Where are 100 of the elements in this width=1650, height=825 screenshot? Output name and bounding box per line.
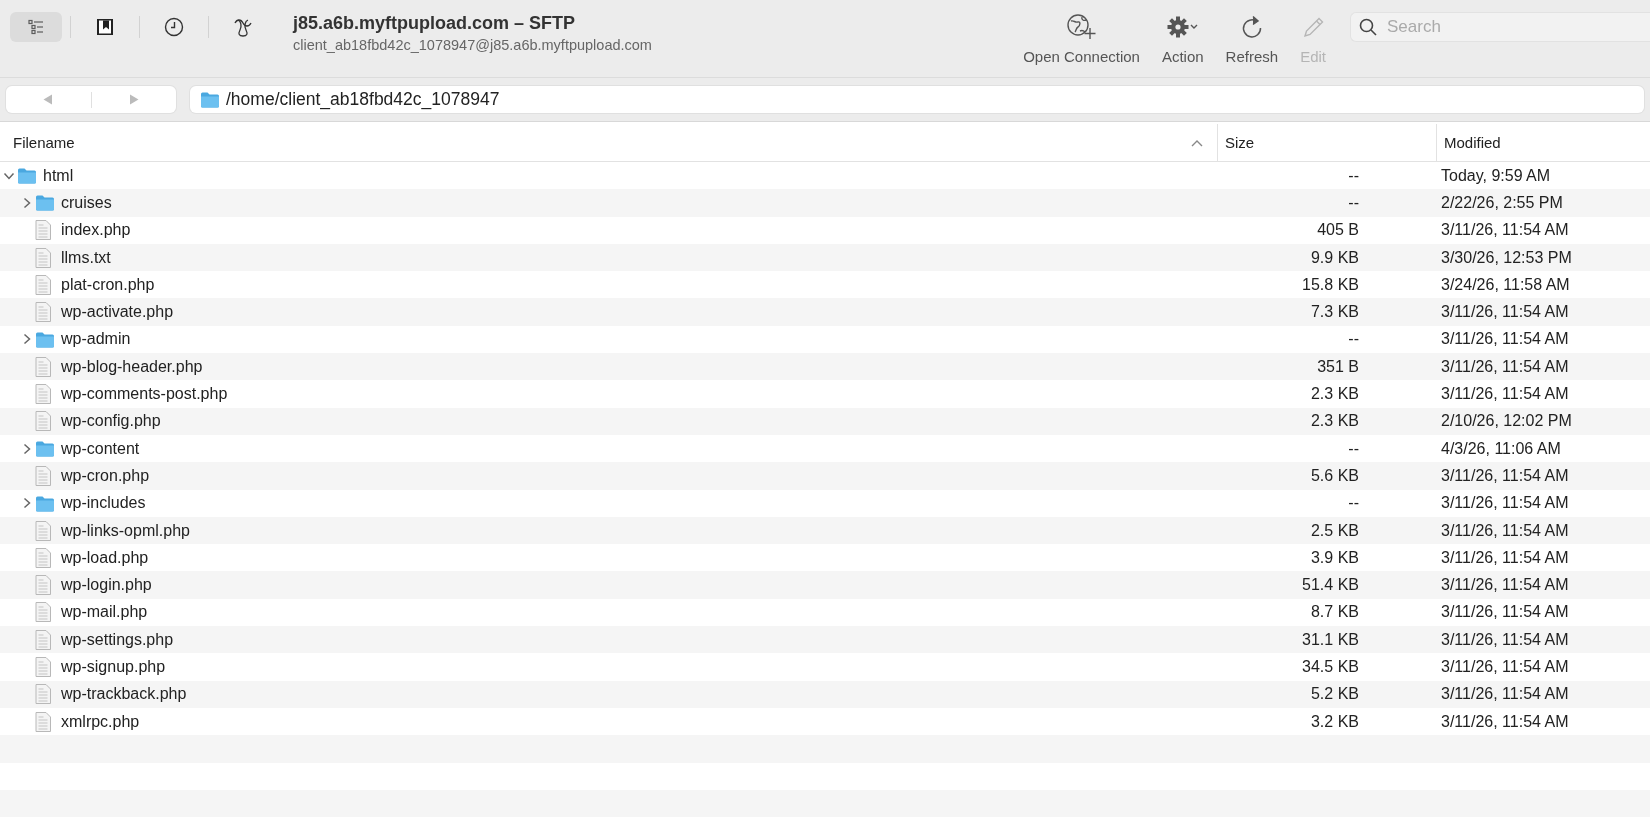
file-icon — [35, 356, 51, 377]
file-size: 2.3 KB — [1310, 412, 1359, 430]
column-header[interactable]: Modified — [1436, 124, 1650, 161]
file-row[interactable]: xmlrpc.php 3.2 KB 3/11/26, 11:54 AM — [0, 707, 1650, 736]
file-icon — [35, 684, 51, 705]
file-icon — [35, 602, 51, 623]
file-size: -- — [1348, 193, 1359, 211]
bookmark-icon — [96, 18, 114, 36]
modified-date: 3/11/26, 11:54 AM — [1441, 521, 1569, 539]
folder-icon — [35, 330, 55, 348]
file-row[interactable]: html -- Today, 9:59 AM — [0, 162, 1650, 190]
column-header[interactable]: Filename — [0, 124, 1217, 161]
folder-icon — [17, 167, 37, 185]
modified-date: 3/11/26, 11:54 AM — [1441, 221, 1569, 239]
clock-icon — [164, 17, 184, 37]
file-size: 34.5 KB — [1302, 658, 1359, 675]
file-size: 7.3 KB — [1310, 303, 1359, 321]
modified-date: 3/11/26, 11:54 AM — [1441, 685, 1569, 703]
file-size: 351 B — [1317, 357, 1359, 375]
file-row[interactable]: wp-admin -- 3/11/26, 11:54 AM — [0, 325, 1650, 354]
file-row[interactable]: wp-comments-post.php 2.3 KB 3/11/26, 11:54 AM — [0, 380, 1650, 408]
file-row[interactable]: wp-blog-header.php 351 B 3/11/26, 11:54 AM — [0, 353, 1650, 381]
file-row[interactable]: wp-activate.php 7.3 KB 3/11/26, 11:54 AM — [0, 298, 1650, 326]
file-size: 31.1 KB — [1302, 630, 1359, 648]
file-size: 405 B — [1317, 221, 1359, 239]
modified-date: 3/11/26, 11:54 AM — [1441, 548, 1569, 566]
file-icon — [35, 629, 51, 650]
disclosure-chevron-icon[interactable] — [21, 497, 32, 510]
file-icon — [35, 547, 51, 568]
file-icon — [35, 274, 51, 295]
path-field[interactable]: /home/client_ab18fbd42c_1078947 — [190, 86, 1644, 113]
disclosure-chevron-icon[interactable] — [21, 333, 32, 346]
file-row[interactable]: wp-includes -- 3/11/26, 11:54 AM — [0, 489, 1650, 517]
file-name: wp-login.php — [61, 576, 152, 595]
file-name: wp-cron.php — [61, 466, 150, 485]
search-field[interactable]: Search — [1350, 12, 1650, 42]
file-name: wp-blog-header.php — [61, 357, 203, 376]
connection-subtitle: client_ab18fbd42c_1078947@j85.a6b.myftpupload.com — [293, 37, 652, 53]
file-row[interactable]: llms.txt 9.9 KB 3/30/26, 12:53 PM — [0, 243, 1650, 272]
forward-icon — [128, 94, 139, 105]
file-row[interactable]: wp-config.php 2.3 KB 2/10/26, 12:02 PM — [0, 407, 1650, 435]
file-row[interactable]: cruises -- 2/22/26, 2:55 PM — [0, 189, 1650, 217]
file-icon — [35, 384, 51, 404]
toolbar-button[interactable]: Action — [1157, 12, 1208, 65]
file-row[interactable]: wp-settings.php 31.1 KB 3/11/26, 11:54 AM — [0, 626, 1650, 654]
file-size: -- — [1348, 439, 1359, 457]
file-row[interactable]: wp-cron.php 5.6 KB 3/11/26, 11:54 AM — [0, 462, 1650, 490]
file-row[interactable]: wp-trackback.php 5.2 KB 3/11/26, 11:54 AM — [0, 680, 1650, 708]
folder-icon — [35, 194, 55, 212]
sort-caret-icon — [1191, 138, 1203, 147]
toolbar-button[interactable]: Open Connection — [1019, 12, 1144, 65]
modified-date: 3/11/26, 11:54 AM — [1441, 330, 1569, 348]
file-row[interactable]: plat-cron.php 15.8 KB 3/24/26, 11:58 AM — [0, 271, 1650, 299]
file-name: wp-includes — [61, 494, 146, 513]
disclosure-chevron-icon[interactable] — [21, 442, 32, 455]
modified-date: 2/22/26, 2:55 PM — [1441, 193, 1563, 211]
file-row[interactable]: wp-links-opml.php 2.5 KB 3/11/26, 11:54 AM — [0, 516, 1650, 545]
modified-date: 3/11/26, 11:54 AM — [1441, 712, 1569, 730]
file-row[interactable]: wp-signup.php 34.5 KB 3/11/26, 11:54 AM — [0, 653, 1650, 681]
file-icon — [35, 520, 51, 541]
file-row[interactable]: wp-mail.php 8.7 KB 3/11/26, 11:54 AM — [0, 598, 1650, 627]
file-row[interactable]: wp-load.php 3.9 KB 3/11/26, 11:54 AM — [0, 544, 1650, 572]
file-name: index.php — [61, 221, 131, 240]
modified-date: 4/3/26, 11:06 AM — [1441, 439, 1561, 457]
file-name: plat-cron.php — [61, 275, 155, 294]
file-name: wp-admin — [61, 330, 131, 349]
file-size: 2.3 KB — [1310, 385, 1359, 402]
file-icon — [35, 247, 51, 268]
file-name: wp-links-opml.php — [61, 521, 190, 540]
disclosure-chevron-icon[interactable] — [21, 196, 32, 209]
folder-icon — [35, 440, 55, 458]
file-name: wp-trackback.php — [61, 685, 187, 704]
disclosure-chevron-icon[interactable] — [2, 170, 15, 181]
toolbar-button[interactable]: Refresh — [1221, 12, 1283, 65]
folder-icon — [200, 91, 220, 108]
file-name: html — [43, 166, 74, 185]
modified-date: 3/11/26, 11:54 AM — [1441, 630, 1569, 648]
file-name: cruises — [61, 193, 112, 212]
file-name: wp-signup.php — [61, 658, 166, 676]
file-name: wp-settings.php — [61, 630, 174, 649]
file-size: -- — [1348, 330, 1359, 348]
file-size: 8.7 KB — [1310, 603, 1359, 621]
modified-date: 3/11/26, 11:54 AM — [1441, 494, 1569, 512]
file-name: wp-config.php — [61, 412, 161, 431]
modified-date: 3/11/26, 11:54 AM — [1441, 466, 1569, 484]
modified-date: 3/11/26, 11:54 AM — [1441, 385, 1569, 402]
modified-date: 3/11/26, 11:54 AM — [1441, 603, 1569, 621]
file-name: wp-mail.php — [61, 603, 148, 622]
file-row[interactable]: wp-content -- 4/3/26, 11:06 AM — [0, 434, 1650, 463]
file-row[interactable]: wp-login.php 51.4 KB 3/11/26, 11:54 AM — [0, 571, 1650, 599]
file-size: 15.8 KB — [1302, 275, 1359, 293]
window-title: j85.a6b.myftpupload.com – SFTP — [293, 13, 577, 34]
modified-date: Today, 9:59 AM — [1441, 166, 1551, 184]
file-row[interactable]: index.php 405 B 3/11/26, 11:54 AM — [0, 216, 1650, 244]
file-icon — [35, 575, 51, 596]
search-icon — [1359, 18, 1377, 36]
column-header[interactable]: Size — [1217, 124, 1436, 161]
file-icon — [35, 465, 51, 486]
file-name: wp-activate.php — [61, 303, 174, 322]
file-name: wp-comments-post.php — [61, 385, 228, 403]
